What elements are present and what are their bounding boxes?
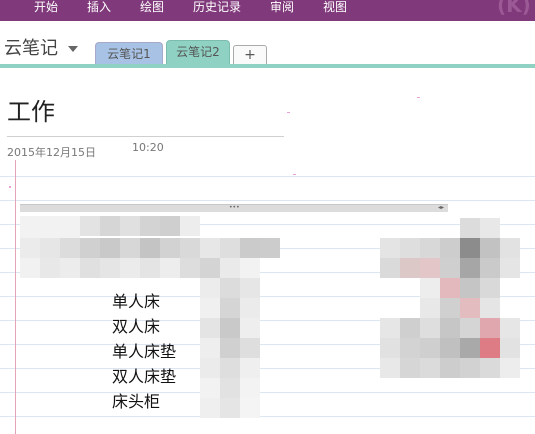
list-item[interactable]: 床头柜 xyxy=(112,392,160,412)
list-item[interactable]: 双人床 xyxy=(112,317,160,337)
pixelated-region xyxy=(0,0,535,434)
list-item[interactable]: 单人床 xyxy=(112,292,160,312)
list-item[interactable]: 单人床垫 xyxy=(112,342,176,362)
list-item[interactable]: 双人床垫 xyxy=(112,367,176,387)
